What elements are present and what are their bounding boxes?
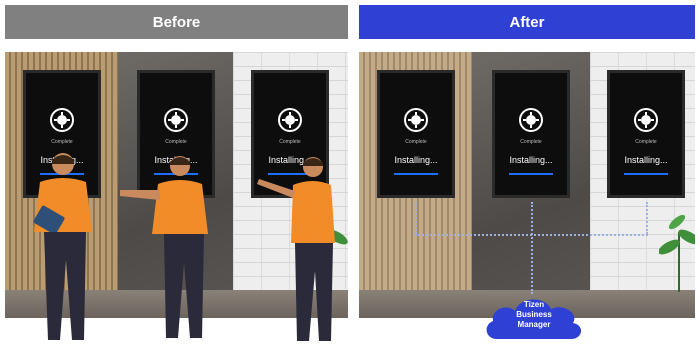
before-label: Before xyxy=(152,13,201,31)
cloud-line-2: Business xyxy=(516,310,552,319)
tizen-business-manager-label: Tizen Business Manager xyxy=(483,300,585,330)
progress-bar xyxy=(394,173,438,175)
technician-with-tablet xyxy=(33,153,92,340)
technician-touching-screen xyxy=(257,157,335,341)
complete-text: Complete xyxy=(405,139,427,145)
complete-text: Complete xyxy=(165,139,187,145)
connection-line xyxy=(415,202,417,234)
signage-display: Complete Installing... xyxy=(492,70,570,198)
after-scene: Complete Installing... Complete Installi… xyxy=(359,52,695,318)
installing-text: Installing... xyxy=(394,155,438,165)
progress-bar xyxy=(509,173,553,175)
connection-line xyxy=(531,202,533,294)
refresh-gear-icon xyxy=(50,108,74,132)
refresh-gear-icon xyxy=(278,108,302,132)
plant-icon xyxy=(659,214,695,292)
technician-pointing xyxy=(120,156,208,338)
complete-text: Complete xyxy=(279,139,301,145)
refresh-gear-icon xyxy=(164,108,188,132)
installing-text: Installing... xyxy=(624,155,668,165)
refresh-gear-icon xyxy=(634,108,658,132)
complete-text: Complete xyxy=(635,139,657,145)
after-banner: After xyxy=(359,5,695,39)
signage-display: Complete Installing... xyxy=(607,70,685,198)
refresh-gear-icon xyxy=(404,108,428,132)
refresh-gear-icon xyxy=(519,108,543,132)
cloud-line-1: Tizen xyxy=(523,300,545,309)
complete-text: Complete xyxy=(51,139,73,145)
before-banner: Before xyxy=(5,5,348,39)
connection-line xyxy=(415,234,648,236)
connection-line xyxy=(646,202,648,234)
complete-text: Complete xyxy=(520,139,542,145)
installing-text: Installing... xyxy=(509,155,553,165)
after-label: After xyxy=(509,13,545,31)
cloud-line-3: Manager xyxy=(517,320,551,329)
progress-bar xyxy=(624,173,668,175)
signage-display: Complete Installing... xyxy=(377,70,455,198)
